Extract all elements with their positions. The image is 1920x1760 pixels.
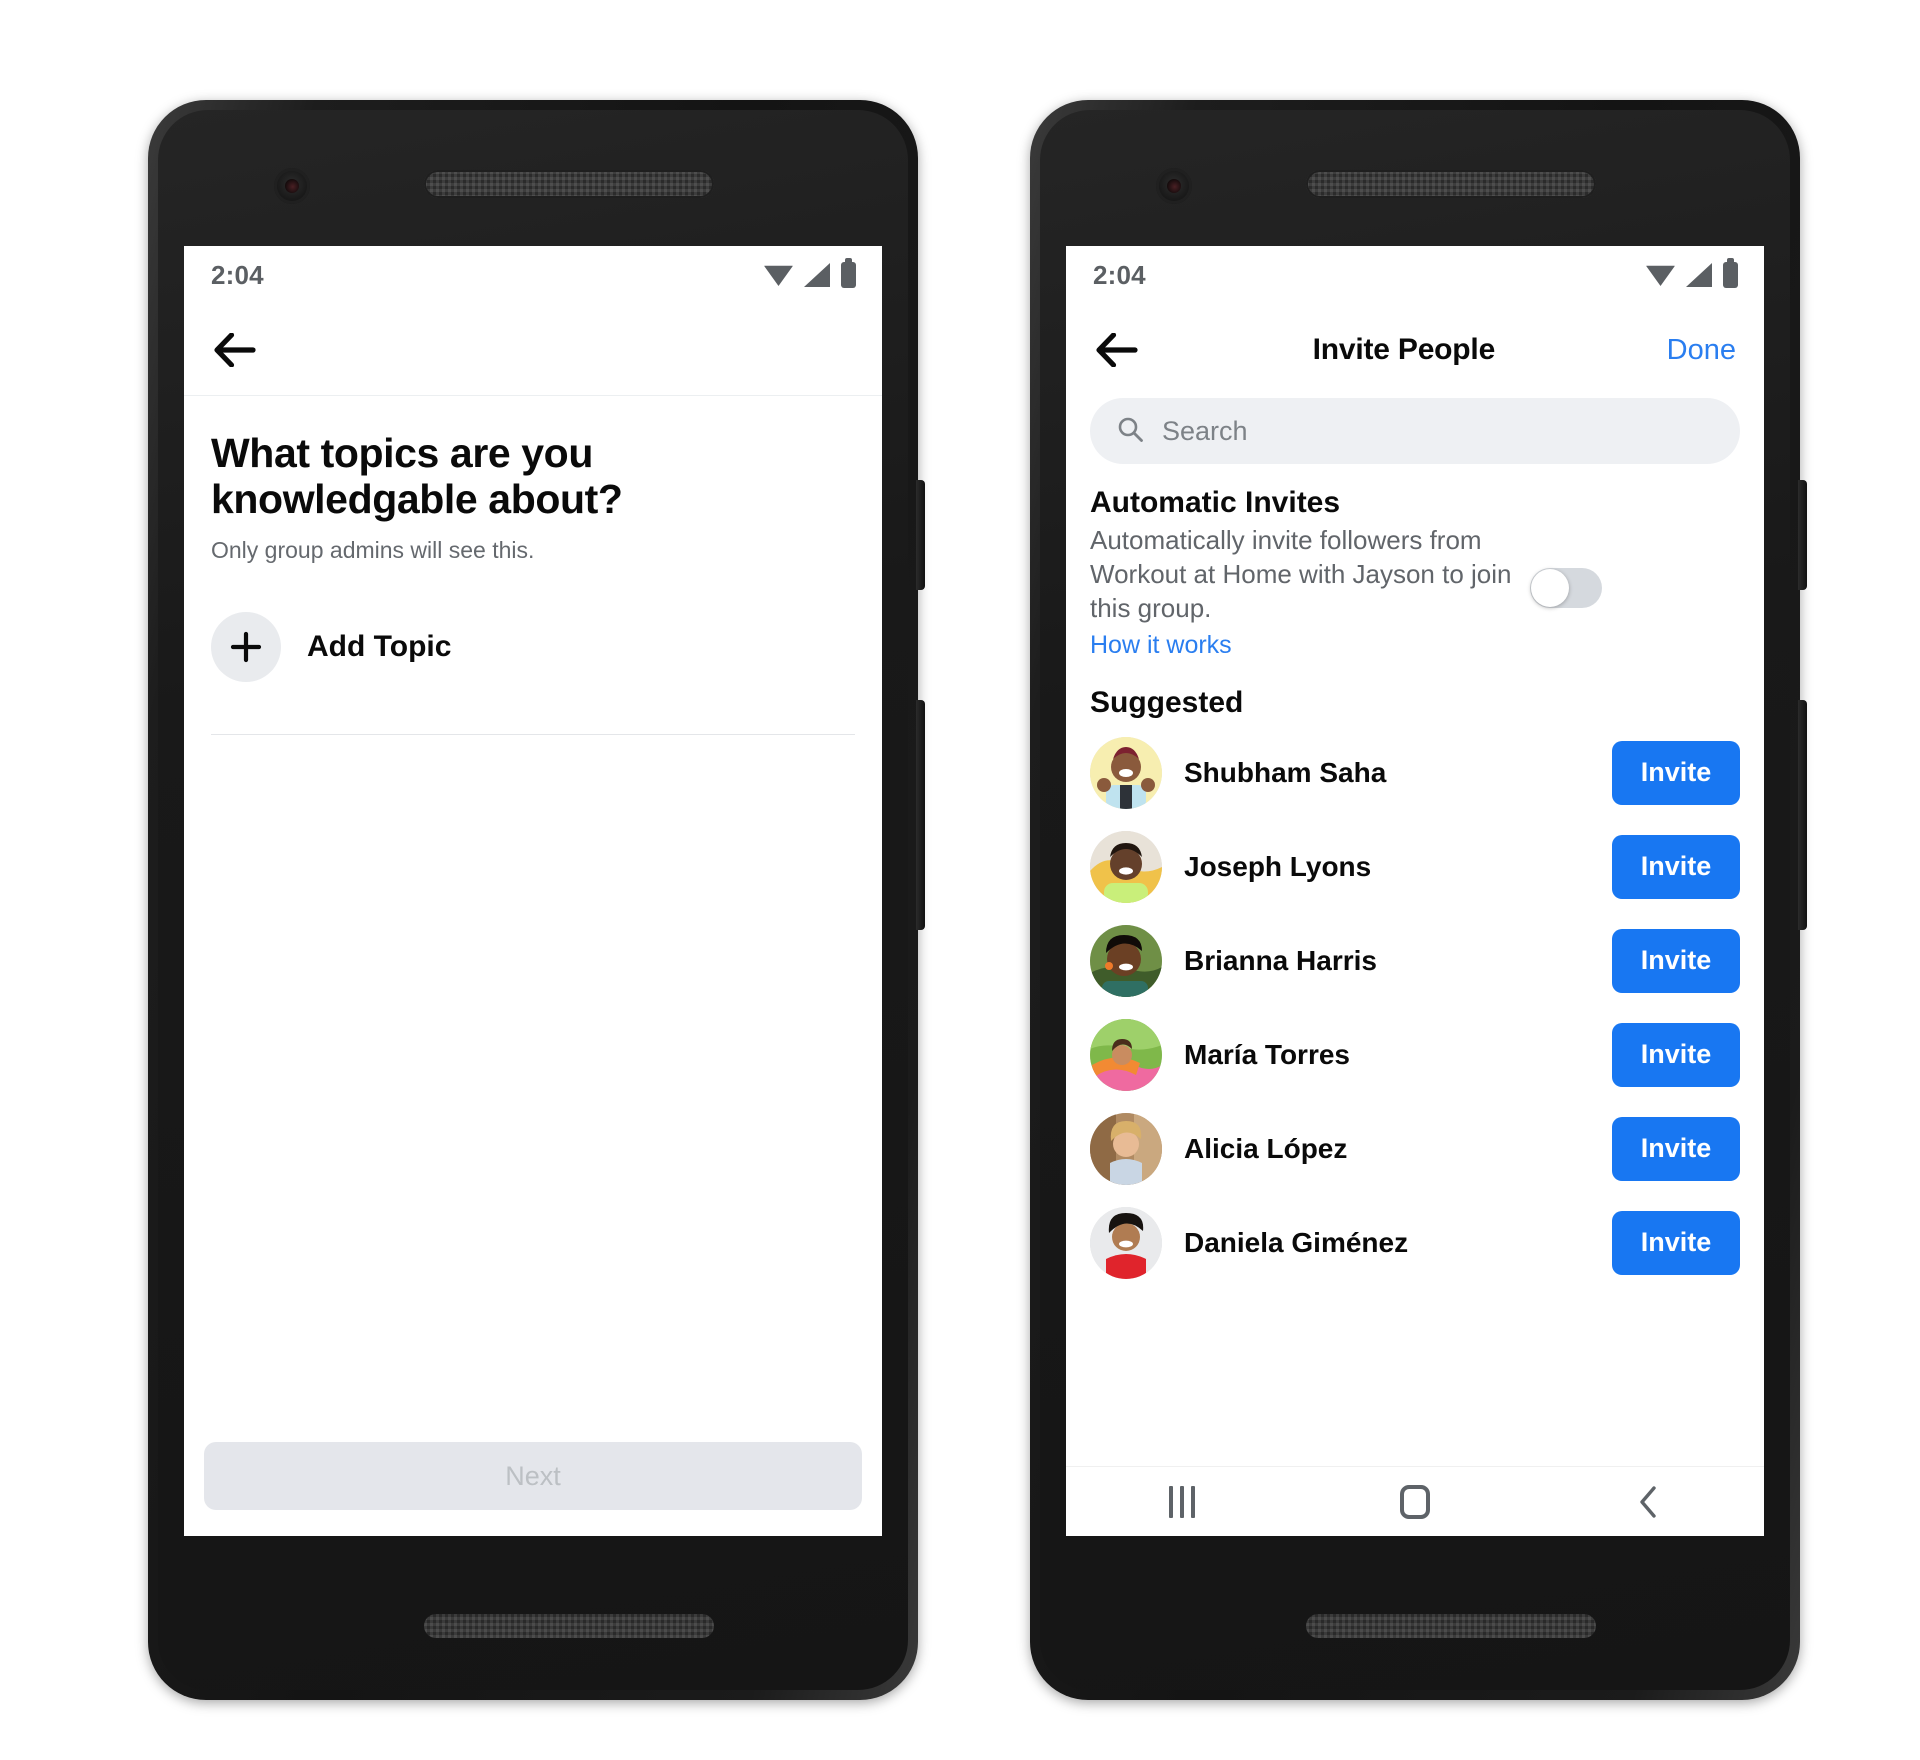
app-bar-left xyxy=(184,304,882,396)
invite-button[interactable]: Invite xyxy=(1612,834,1740,899)
search-icon xyxy=(1116,415,1144,448)
automatic-invites-block: Automatically invite followers from Work… xyxy=(1090,524,1740,662)
list-item[interactable]: Alicia López Invite xyxy=(1066,1102,1764,1196)
screenshot-canvas: 2:04 What topics are you knowledgable ab… xyxy=(0,0,1920,1760)
list-item[interactable]: Joseph Lyons Invite xyxy=(1066,820,1764,914)
battery-icon xyxy=(841,258,856,288)
phone-device-left: 2:04 What topics are you knowledgable ab… xyxy=(148,100,925,1700)
recents-icon[interactable] xyxy=(1168,1485,1195,1518)
toggle-knob xyxy=(1531,569,1569,607)
avatar-joseph-lyons xyxy=(1090,830,1162,903)
status-time: 2:04 xyxy=(211,259,264,290)
suggested-people-list: Shubham Saha Invite Joseph Lyons Invite … xyxy=(1066,726,1764,1290)
front-camera-icon xyxy=(274,168,310,204)
invite-button[interactable]: Invite xyxy=(1612,1022,1740,1087)
earpiece-speaker xyxy=(424,170,714,198)
screen-invite-people: 2:04 Invite People Done Search Automatic… xyxy=(1066,246,1764,1536)
bottom-speaker-grille xyxy=(424,1614,714,1638)
status-bar-left: 2:04 xyxy=(184,246,882,304)
avatar-daniela-gimenez xyxy=(1090,1206,1162,1279)
app-bar-right: Invite People Done xyxy=(1066,304,1764,396)
invite-button[interactable]: Invite xyxy=(1612,1210,1740,1275)
person-name: Joseph Lyons xyxy=(1184,850,1372,882)
wifi-icon xyxy=(764,265,793,286)
footer-left: Next xyxy=(184,1442,882,1536)
invite-button[interactable]: Invite xyxy=(1612,740,1740,805)
screen-topics: 2:04 What topics are you knowledgable ab… xyxy=(184,246,882,1536)
person-name: María Torres xyxy=(1184,1038,1350,1070)
avatar-brianna-harris xyxy=(1090,924,1162,997)
topics-body: What topics are you knowledgable about? … xyxy=(184,396,882,735)
page-title: What topics are you knowledgable about? xyxy=(211,430,623,523)
avatar-shubham-saha xyxy=(1090,736,1162,809)
list-item[interactable]: Daniela Giménez Invite xyxy=(1066,1196,1764,1290)
home-icon[interactable] xyxy=(1399,1484,1430,1519)
page-title: Invite People xyxy=(1312,333,1496,366)
status-icon-group xyxy=(1646,258,1738,288)
person-name: Daniela Giménez xyxy=(1184,1226,1409,1258)
back-chevron-icon[interactable] xyxy=(1635,1485,1661,1519)
search-placeholder: Search xyxy=(1162,415,1248,446)
suggested-heading: Suggested xyxy=(1090,685,1244,719)
section-divider xyxy=(211,733,855,735)
cellular-signal-icon xyxy=(1686,263,1712,287)
plus-icon xyxy=(211,611,281,682)
done-button[interactable]: Done xyxy=(1667,334,1740,367)
automatic-invites-heading: Automatic Invites xyxy=(1090,486,1341,519)
volume-button[interactable] xyxy=(1798,700,1807,930)
automatic-invites-toggle[interactable] xyxy=(1530,568,1602,608)
automatic-invites-description-wrap: Automatically invite followers from Work… xyxy=(1090,524,1520,662)
earpiece-speaker xyxy=(1306,170,1596,198)
android-navigation-bar xyxy=(1066,1466,1764,1536)
search-input[interactable]: Search xyxy=(1090,398,1740,464)
bottom-speaker-grille xyxy=(1306,1614,1596,1638)
page-subtitle: Only group admins will see this. xyxy=(211,536,535,563)
invite-button[interactable]: Invite xyxy=(1612,928,1740,993)
phone-device-right: 2:04 Invite People Done Search Automatic… xyxy=(1030,100,1807,1700)
status-bar-right: 2:04 xyxy=(1066,246,1764,304)
cellular-signal-icon xyxy=(804,263,830,287)
wifi-icon xyxy=(1646,265,1675,286)
person-name: Shubham Saha xyxy=(1184,756,1387,788)
person-name: Alicia López xyxy=(1184,1132,1348,1164)
avatar-maria-torres xyxy=(1090,1018,1162,1091)
battery-icon xyxy=(1723,258,1738,288)
next-button[interactable]: Next xyxy=(204,1442,862,1510)
invite-button[interactable]: Invite xyxy=(1612,1116,1740,1181)
person-name: Brianna Harris xyxy=(1184,944,1377,976)
back-arrow-icon[interactable] xyxy=(1093,326,1141,374)
power-button[interactable] xyxy=(1798,480,1807,590)
automatic-invites-description: Automatically invite followers from Work… xyxy=(1090,525,1512,623)
back-arrow-icon[interactable] xyxy=(211,326,259,374)
front-camera-icon xyxy=(1156,168,1192,204)
add-topic-label: Add Topic xyxy=(307,629,452,663)
status-time: 2:04 xyxy=(1093,259,1146,290)
how-it-works-link[interactable]: How it works xyxy=(1090,629,1520,662)
list-item[interactable]: Shubham Saha Invite xyxy=(1066,726,1764,820)
list-item[interactable]: Brianna Harris Invite xyxy=(1066,914,1764,1008)
list-item[interactable]: María Torres Invite xyxy=(1066,1008,1764,1102)
power-button[interactable] xyxy=(916,480,925,590)
avatar-alicia-lopez xyxy=(1090,1112,1162,1185)
status-icon-group xyxy=(764,258,856,288)
volume-button[interactable] xyxy=(916,700,925,930)
add-topic-button[interactable]: Add Topic xyxy=(211,611,855,682)
